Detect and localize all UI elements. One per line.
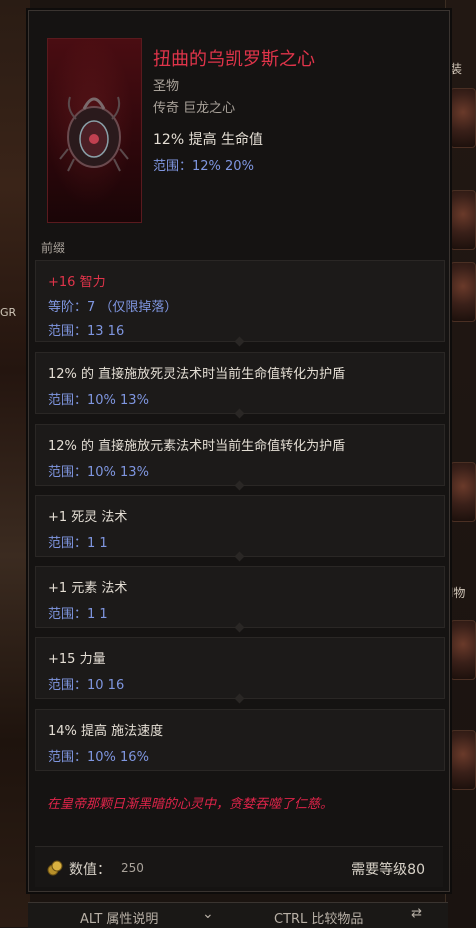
affix-stat: +1 元素 法术: [48, 581, 128, 596]
affix-tier: 等阶：7 （仅限掉落）: [48, 300, 178, 315]
chevron-down-icon[interactable]: ⌄: [202, 906, 214, 922]
affix-stat: +16 智力: [48, 275, 106, 290]
item-value: 250: [121, 861, 144, 875]
implicit-range: 范围：12% 20%: [153, 159, 254, 174]
item-rarity: 传奇 巨龙之心: [153, 101, 236, 116]
affix-row: +16 智力 等阶：7 （仅限掉落） 范围：13 16: [35, 260, 445, 347]
tooltip-footer: 数值： 250 需要等级80: [35, 846, 443, 887]
value-label: 数值：: [69, 862, 111, 878]
tooltip-header: 扭曲的乌凯罗斯之心 圣物 传奇 巨龙之心 12% 提高 生命值 范围：12% 2…: [29, 11, 449, 241]
affix-stat: 14% 提高 施法速度: [48, 724, 164, 739]
background-label: GR: [0, 306, 17, 319]
inventory-slot-thumb[interactable]: [450, 190, 476, 250]
ctrl-hint[interactable]: CTRL 比较物品: [274, 908, 363, 927]
affix-range: 范围：10 16: [48, 678, 125, 693]
inventory-slot-thumb[interactable]: [450, 620, 476, 680]
affix-range: 范围：10% 13%: [48, 465, 149, 480]
prefix-section-label: 前缀: [41, 241, 66, 255]
item-name: 扭曲的乌凯罗斯之心: [153, 49, 315, 70]
item-icon-frame: [47, 38, 142, 223]
affix-stat: 12% 的 直接施放元素法术时当前生命值转化为护盾: [48, 439, 346, 454]
side-label-items: l物: [450, 586, 466, 600]
side-label-equip: 装: [450, 62, 463, 76]
affix-row: 14% 提高 施法速度 范围：10% 16%: [35, 709, 445, 771]
affix-stat: 12% 的 直接施放死灵法术时当前生命值转化为护盾: [48, 367, 346, 382]
affix-range: 范围：1 1: [48, 536, 108, 551]
gold-coin-icon: [47, 860, 63, 876]
affix-row: 12% 的 直接施放元素法术时当前生命值转化为护盾 范围：10% 13%: [35, 424, 445, 491]
implicit-stat: 12% 提高 生命值: [153, 132, 264, 148]
affix-range: 范围：10% 16%: [48, 750, 149, 765]
item-tooltip: 扭曲的乌凯罗斯之心 圣物 传奇 巨龙之心 12% 提高 生命值 范围：12% 2…: [28, 10, 450, 892]
affix-range: 范围：13 16: [48, 324, 125, 339]
flavor-text: 在皇帝那颗日渐黑暗的心灵中，贪婪吞噬了仁慈。: [47, 797, 334, 812]
affix-range: 范围：1 1: [48, 607, 108, 622]
inventory-slot-thumb[interactable]: [450, 730, 476, 790]
item-type: 圣物: [153, 79, 180, 94]
inventory-slot-thumb[interactable]: [450, 462, 476, 522]
key-hint-bar: ALT 属性说明 ⌄ CTRL 比较物品 ⇄: [28, 902, 448, 928]
alt-hint[interactable]: ALT 属性说明: [80, 908, 158, 927]
level-requirement: 需要等级80: [351, 862, 425, 878]
affix-row: +15 力量 范围：10 16: [35, 637, 445, 704]
affix-row: +1 元素 法术 范围：1 1: [35, 566, 445, 633]
affix-row: +1 死灵 法术 范围：1 1: [35, 495, 445, 562]
affix-range: 范围：10% 13%: [48, 393, 149, 408]
inventory-slot-thumb[interactable]: [450, 262, 476, 322]
affix-stat: +1 死灵 法术: [48, 510, 128, 525]
heart-relic-icon: [59, 96, 129, 172]
inventory-slot-thumb[interactable]: [450, 88, 476, 148]
affix-stat: +15 力量: [48, 652, 106, 667]
compare-swap-icon[interactable]: ⇄: [411, 906, 422, 921]
background-left-scene: GR: [0, 0, 30, 927]
affix-row: 12% 的 直接施放死灵法术时当前生命值转化为护盾 范围：10% 13%: [35, 352, 445, 419]
